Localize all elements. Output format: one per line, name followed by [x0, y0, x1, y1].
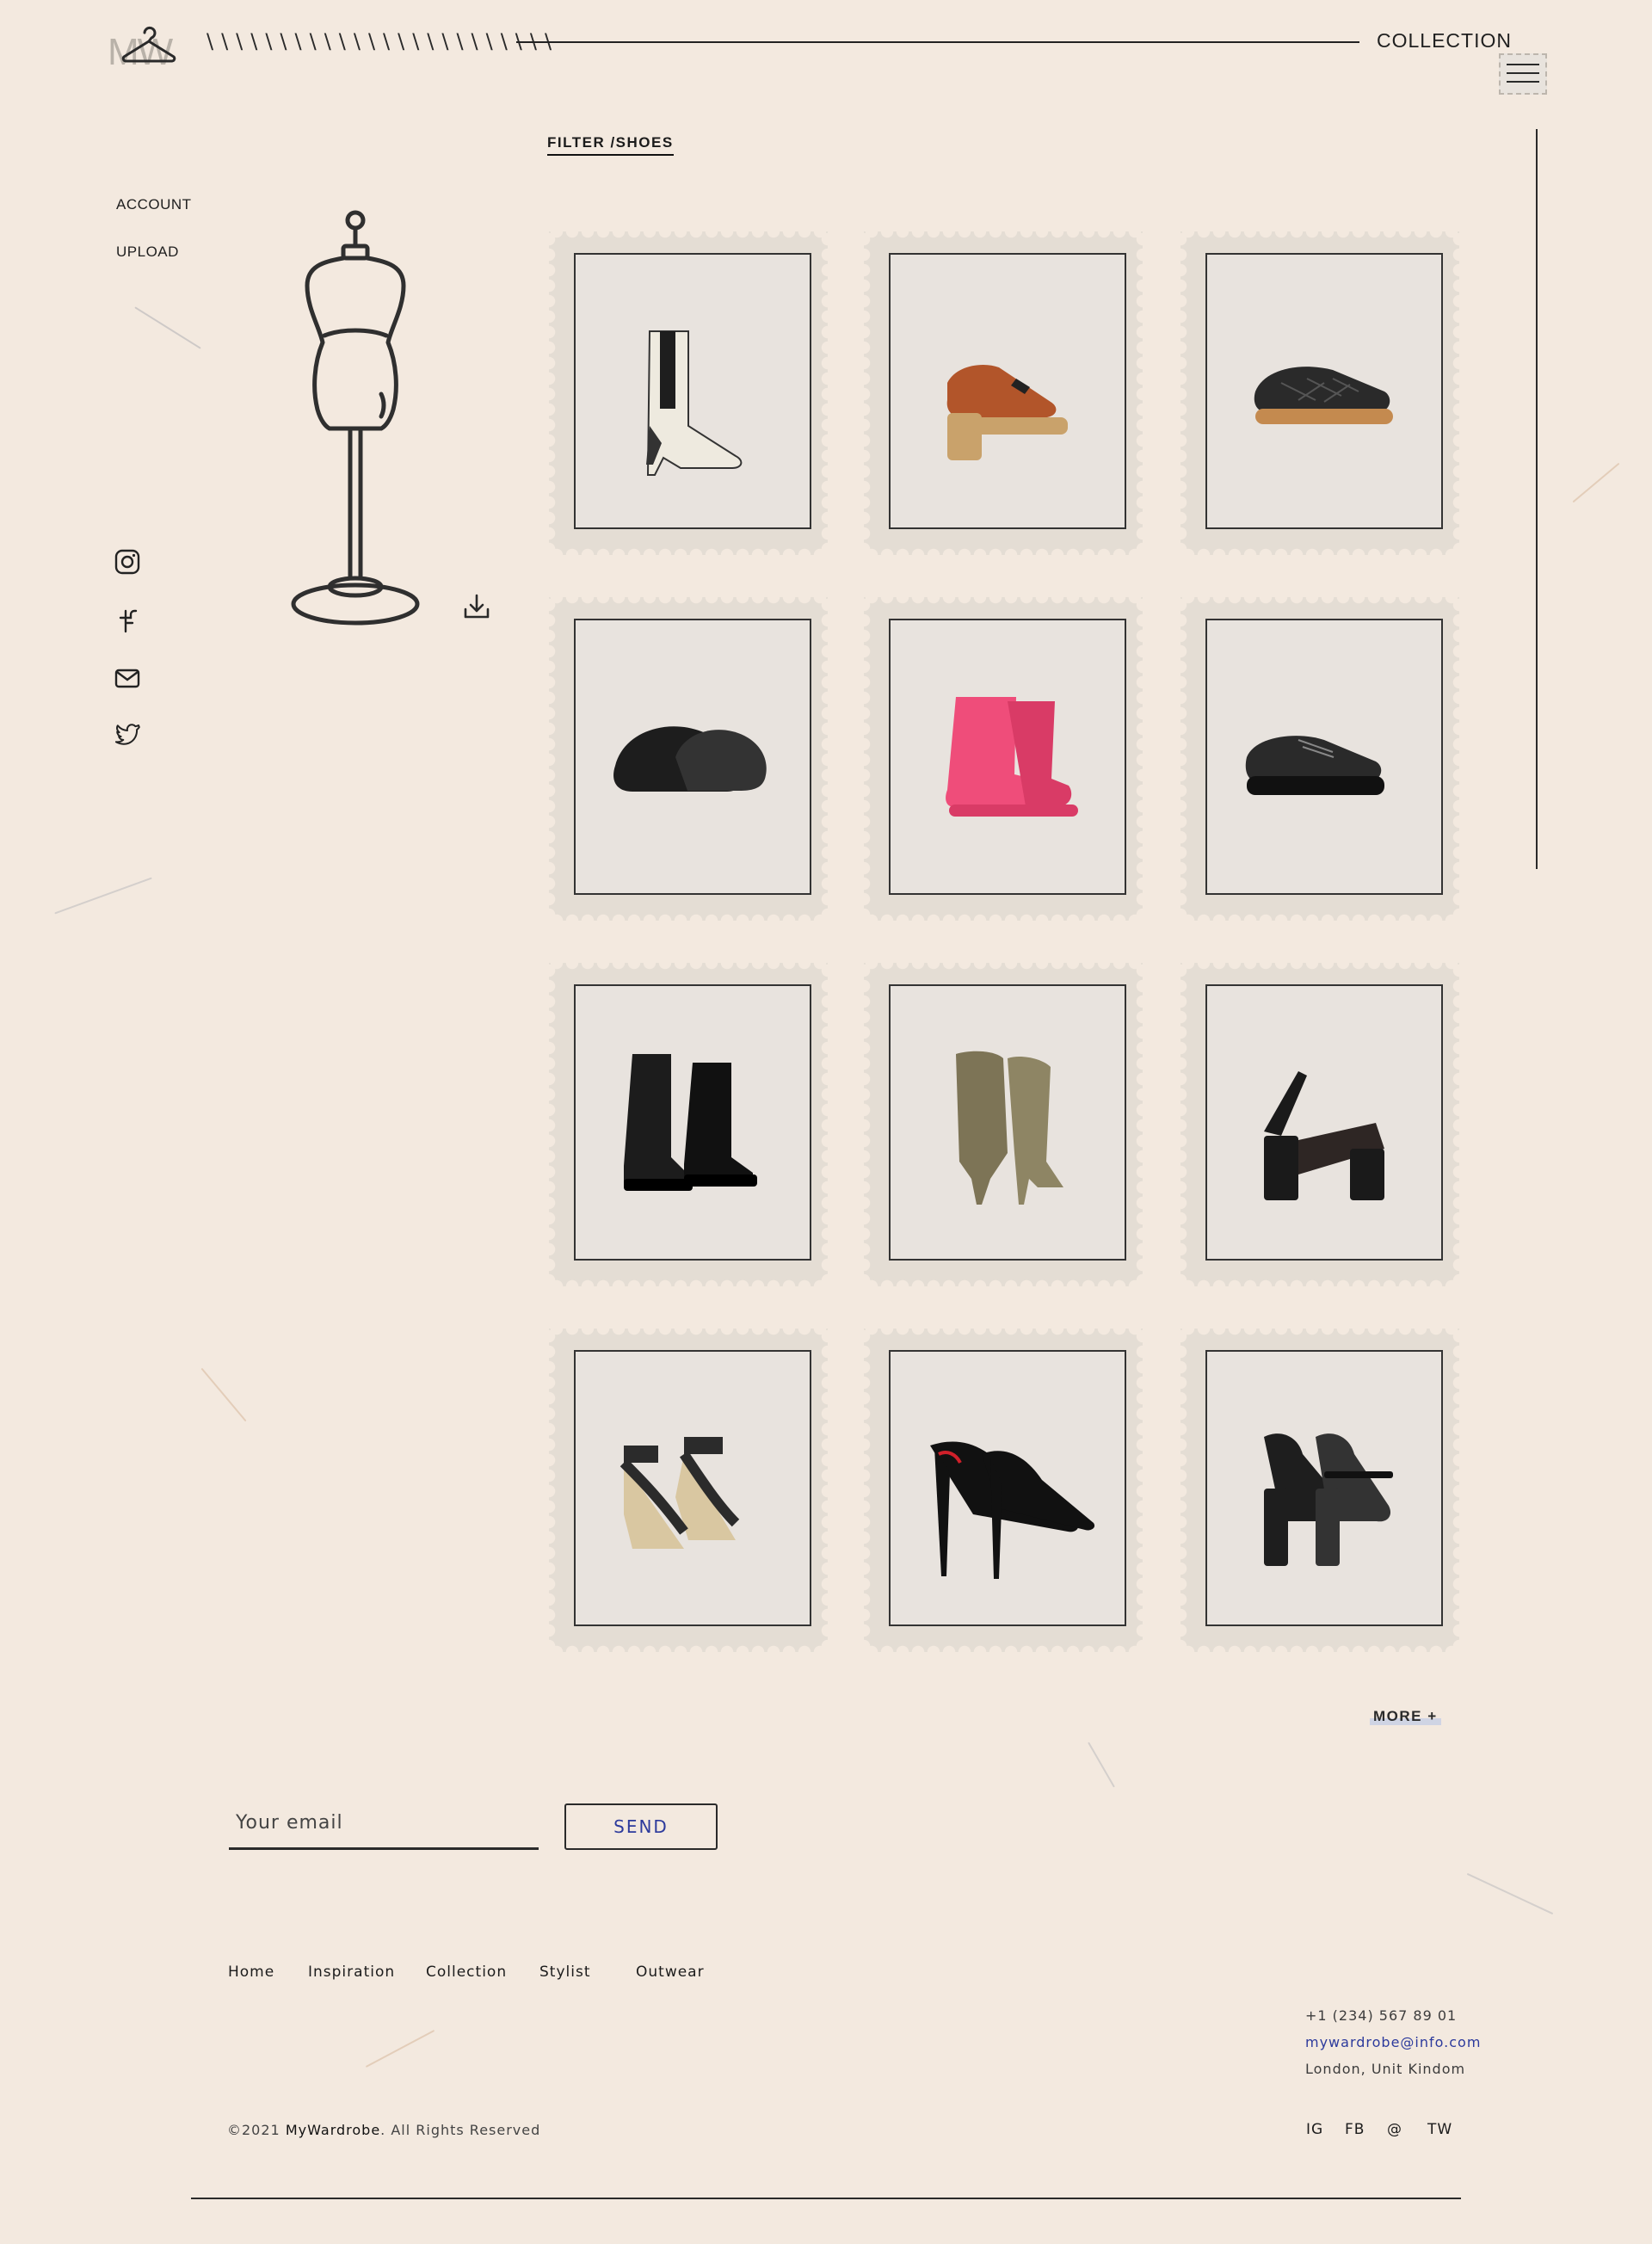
footer-link-home[interactable]: Home	[228, 1964, 274, 1981]
paper-texture	[200, 1367, 247, 1422]
product-image-frame	[889, 1350, 1126, 1626]
white-chelsea-boot-icon	[646, 330, 743, 476]
product-card[interactable]	[864, 231, 1143, 555]
mannequin-icon	[291, 210, 420, 626]
menu-icon	[1507, 72, 1539, 74]
paper-texture	[365, 2029, 435, 2068]
send-button[interactable]: SEND	[564, 1803, 718, 1850]
contact-phone: +1 (234) 567 89 01	[1305, 2007, 1458, 2024]
footer-social-ig[interactable]: IG	[1306, 2121, 1323, 2138]
black-quilted-slip-on-icon	[1254, 366, 1393, 424]
footer-social-tw[interactable]: TW	[1427, 2121, 1452, 2138]
instagram-icon[interactable]	[114, 548, 141, 576]
black-platform-sandal-icon	[1264, 1070, 1384, 1200]
product-image-frame	[574, 253, 811, 529]
footer-divider	[191, 2198, 1461, 2199]
product-card[interactable]	[864, 963, 1143, 1286]
product-image-frame	[889, 984, 1126, 1261]
product-image-frame	[1205, 1350, 1443, 1626]
product-image-frame	[889, 619, 1126, 895]
product-image-frame	[574, 1350, 811, 1626]
copyright-prefix: ©2021	[227, 2122, 286, 2138]
scroll-track	[1536, 129, 1538, 869]
product-card[interactable]	[864, 597, 1143, 921]
page-title: COLLECTION	[1377, 29, 1512, 52]
menu-icon	[1507, 81, 1539, 83]
brown-platform-loafer-icon	[946, 364, 1068, 460]
paper-texture	[54, 877, 152, 915]
product-image-frame	[889, 253, 1126, 529]
product-card[interactable]	[1180, 963, 1459, 1286]
product-image-frame	[574, 619, 811, 895]
menu-button[interactable]	[1499, 53, 1547, 95]
footer-link-stylist[interactable]: Stylist	[539, 1964, 591, 1981]
black-leather-clog-icon	[613, 725, 767, 792]
pink-rubber-boot-icon	[946, 696, 1078, 817]
product-image-frame	[1205, 253, 1443, 529]
footer-social-email[interactable]: @	[1387, 2121, 1402, 2138]
filter-link[interactable]: FILTER /SHOES	[547, 134, 674, 156]
product-image-frame	[574, 984, 811, 1261]
paper-texture	[1572, 462, 1620, 503]
paper-texture	[134, 306, 201, 349]
sidebar-item-account[interactable]: ACCOUNT	[116, 196, 192, 213]
product-image-frame	[1205, 984, 1443, 1261]
mail-icon[interactable]	[114, 664, 141, 692]
product-card[interactable]	[1180, 1329, 1459, 1652]
studded-espadrille-wedge-icon	[620, 1436, 740, 1549]
more-button[interactable]: MORE +	[1370, 1708, 1441, 1725]
sidebar-item-upload[interactable]: UPLOAD	[116, 244, 179, 261]
footer-link-inspiration[interactable]: Inspiration	[308, 1964, 395, 1981]
email-input[interactable]	[229, 1798, 539, 1850]
black-derby-shoe-icon	[1245, 735, 1384, 795]
olive-suede-cowboy-boot-icon	[956, 1051, 1063, 1205]
product-card[interactable]	[864, 1329, 1143, 1652]
black-mary-jane-heel-icon	[1264, 1433, 1393, 1566]
product-card[interactable]	[1180, 231, 1459, 555]
product-card[interactable]	[549, 963, 828, 1286]
footer-social-fb[interactable]: FB	[1345, 2121, 1365, 2138]
decorative-slashes: \\\\\\\\\\\\\\\\\\\\\\\\	[206, 29, 560, 53]
footer-link-outwear[interactable]: Outwear	[636, 1964, 705, 1981]
product-card[interactable]	[549, 1329, 828, 1652]
copyright-brand: MyWardrobe	[285, 2122, 381, 2138]
menu-icon	[1507, 64, 1539, 65]
footer-link-collection[interactable]: Collection	[426, 1964, 507, 1981]
black-patent-pump-icon	[930, 1440, 1095, 1579]
facebook-icon[interactable]	[114, 607, 141, 635]
product-card[interactable]	[549, 231, 828, 555]
hanger-icon[interactable]	[120, 24, 177, 67]
product-card[interactable]	[1180, 597, 1459, 921]
copyright: ©2021 MyWardrobe. All Rights Reserved	[227, 2122, 540, 2138]
copyright-suffix: . All Rights Reserved	[380, 2122, 541, 2138]
contact-email[interactable]: mywardrobe@info.com	[1305, 2034, 1481, 2050]
download-icon[interactable]	[462, 592, 491, 621]
product-card[interactable]	[549, 597, 828, 921]
paper-texture	[1088, 1742, 1115, 1788]
paper-texture	[1466, 1872, 1554, 1915]
product-image-frame	[1205, 619, 1443, 895]
header-divider	[516, 41, 1359, 43]
black-combat-boot-icon	[624, 1053, 757, 1191]
contact-location: London, Unit Kindom	[1305, 2061, 1466, 2077]
twitter-icon[interactable]	[114, 719, 141, 747]
